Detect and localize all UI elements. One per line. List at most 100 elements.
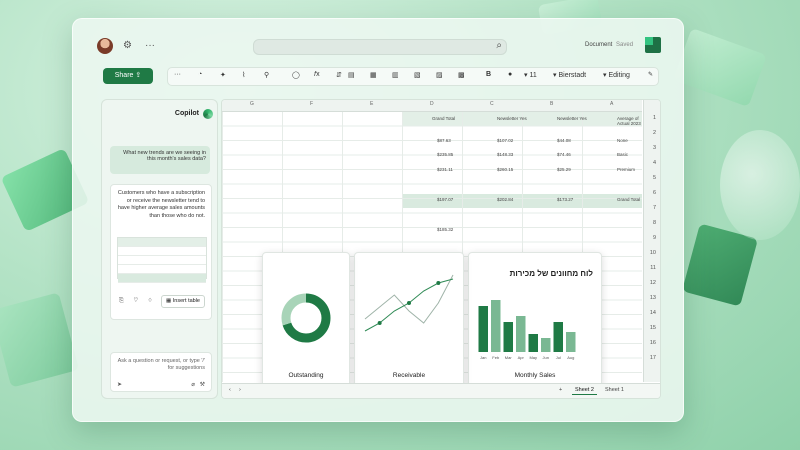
chart-icon[interactable]: ✦: [220, 71, 226, 79]
ai-table-preview: [117, 237, 207, 283]
copilot-logo-icon: [203, 109, 213, 119]
borders-icon[interactable]: ▩: [458, 71, 465, 79]
cell[interactable]: $107.02: [497, 138, 513, 143]
scroll-left-icon[interactable]: ‹: [226, 386, 234, 394]
table-icon[interactable]: ▤: [348, 71, 355, 79]
document-name[interactable]: Document Saved: [585, 42, 633, 48]
copilot-input[interactable]: Ask a question or request, or type '/' f…: [110, 352, 212, 392]
row-header[interactable]: 1: [653, 115, 656, 121]
cell[interactable]: None: [617, 138, 628, 143]
function-icon[interactable]: 𝑓x: [314, 71, 320, 79]
cell[interactable]: Newsletter Yes: [497, 116, 527, 121]
search-input[interactable]: ⌕: [253, 39, 507, 55]
column-icon[interactable]: ▥: [392, 71, 399, 79]
column-header[interactable]: B: [550, 101, 553, 107]
column-header[interactable]: A: [610, 101, 613, 107]
editing-mode[interactable]: ▾ Editing: [603, 71, 630, 79]
cell[interactable]: Newsletter Yes: [557, 116, 587, 121]
cell[interactable]: $231.11: [437, 167, 453, 172]
cell[interactable]: Average of Actual 2023: [617, 116, 641, 126]
cell[interactable]: Grand Total: [432, 116, 455, 121]
cell[interactable]: $25.29: [557, 167, 571, 172]
add-sheet-icon[interactable]: +: [556, 386, 565, 394]
font-color-icon[interactable]: ●: [508, 71, 512, 78]
copilot-pane: Copilot What new trends are we seeing in…: [101, 99, 218, 399]
row-header[interactable]: 8: [653, 220, 656, 226]
row-header[interactable]: 9: [653, 235, 656, 241]
row-header[interactable]: 13: [650, 295, 656, 301]
attach-icon[interactable]: ⌀: [191, 381, 195, 388]
avatar[interactable]: [97, 38, 113, 54]
cell[interactable]: $185.32: [437, 227, 453, 232]
cell-style-icon[interactable]: ▨: [436, 71, 443, 79]
sheet-tab-active[interactable]: Sheet 2: [572, 386, 597, 395]
format-table-icon[interactable]: ▧: [414, 71, 421, 79]
bar: [566, 332, 576, 352]
x-tick-label: May: [529, 355, 537, 360]
sort-icon[interactable]: ⇵: [336, 71, 342, 79]
column-header[interactable]: E: [370, 101, 373, 107]
cell[interactable]: $202.84: [497, 197, 513, 202]
scroll-right-icon[interactable]: ›: [236, 386, 244, 394]
row-header[interactable]: 6: [653, 190, 656, 196]
font-name-select[interactable]: ▾ Bierstadt: [553, 71, 586, 79]
chart-card-receivable[interactable]: Receivable: [354, 252, 464, 388]
column-header[interactable]: C: [490, 101, 494, 107]
excel-window: ⚙ ··· ⌕ Document Saved Share ⇪ ··· ◔ ✦ ⌇…: [72, 18, 684, 422]
spreadsheet[interactable]: A B C D E F G 1 2 3 4 5 6 7 8 9 10 11 12…: [221, 99, 661, 399]
row-header[interactable]: 10: [650, 250, 656, 256]
cell[interactable]: $260.15: [497, 167, 513, 172]
chart-label: Receivable: [392, 372, 426, 379]
cell[interactable]: $87.63: [437, 138, 451, 143]
send-icon[interactable]: ➤: [117, 382, 122, 388]
chart-label: Monthly Sales: [514, 372, 556, 379]
cell[interactable]: Basic: [617, 152, 628, 157]
chart-card-outstanding[interactable]: Outstanding: [262, 252, 350, 388]
cell[interactable]: $173.27: [557, 197, 573, 202]
bar: [478, 306, 488, 352]
row-header[interactable]: 15: [650, 325, 656, 331]
column-header[interactable]: D: [430, 101, 434, 107]
row-header[interactable]: 4: [653, 160, 656, 166]
cell[interactable]: Premium: [617, 167, 635, 172]
cell[interactable]: $235.85: [437, 152, 453, 157]
row-header[interactable]: 16: [650, 340, 656, 346]
cell[interactable]: $44.08: [557, 138, 571, 143]
x-tick-label: Jun: [543, 355, 549, 360]
cell[interactable]: $74.46: [557, 152, 571, 157]
sheet-tab[interactable]: Sheet 1: [602, 386, 627, 394]
column-header[interactable]: F: [310, 101, 313, 107]
column-header[interactable]: G: [250, 101, 254, 107]
settings-icon[interactable]: ⚙: [123, 40, 132, 51]
cell[interactable]: $197.07: [437, 197, 453, 202]
x-tick-label: Apr: [518, 355, 525, 360]
row-header[interactable]: 5: [653, 175, 656, 181]
pen-icon[interactable]: ✎: [648, 71, 653, 78]
more-icon[interactable]: ···: [145, 40, 155, 51]
cell[interactable]: Grand Total: [617, 197, 640, 202]
feedback-icons[interactable]: ⎘ ♡ ♢: [119, 298, 156, 305]
comment-icon[interactable]: ◔: [198, 71, 202, 78]
bar: [541, 338, 551, 352]
font-size-select[interactable]: ▾ 11: [524, 71, 537, 79]
row-icon[interactable]: ▦: [370, 71, 377, 79]
row-header[interactable]: 3: [653, 145, 656, 151]
insert-icon[interactable]: ◯: [292, 71, 300, 79]
insert-table-button[interactable]: ▦ Insert table: [161, 295, 205, 308]
ideas-icon[interactable]: ⚲: [264, 71, 269, 79]
row-header[interactable]: 2: [653, 130, 656, 136]
chart-card-monthly-sales[interactable]: לוח מחוונים של מכירות Jan Feb Mar Apr May Jun…: [468, 252, 602, 388]
bold-icon[interactable]: B: [486, 71, 491, 78]
row-header[interactable]: 11: [650, 265, 656, 271]
donut-chart: [281, 293, 331, 343]
prompts-icon[interactable]: ⚒: [200, 381, 205, 388]
row-header[interactable]: 17: [650, 355, 656, 361]
cell[interactable]: $148.33: [497, 152, 513, 157]
row-header[interactable]: 12: [650, 280, 656, 286]
analysis-icon[interactable]: ⌇: [242, 71, 245, 79]
row-header[interactable]: 14: [650, 310, 656, 316]
more-icon[interactable]: ···: [174, 71, 181, 78]
share-button[interactable]: Share ⇪: [103, 68, 153, 84]
row-header[interactable]: 7: [653, 205, 656, 211]
bar: [528, 334, 538, 352]
